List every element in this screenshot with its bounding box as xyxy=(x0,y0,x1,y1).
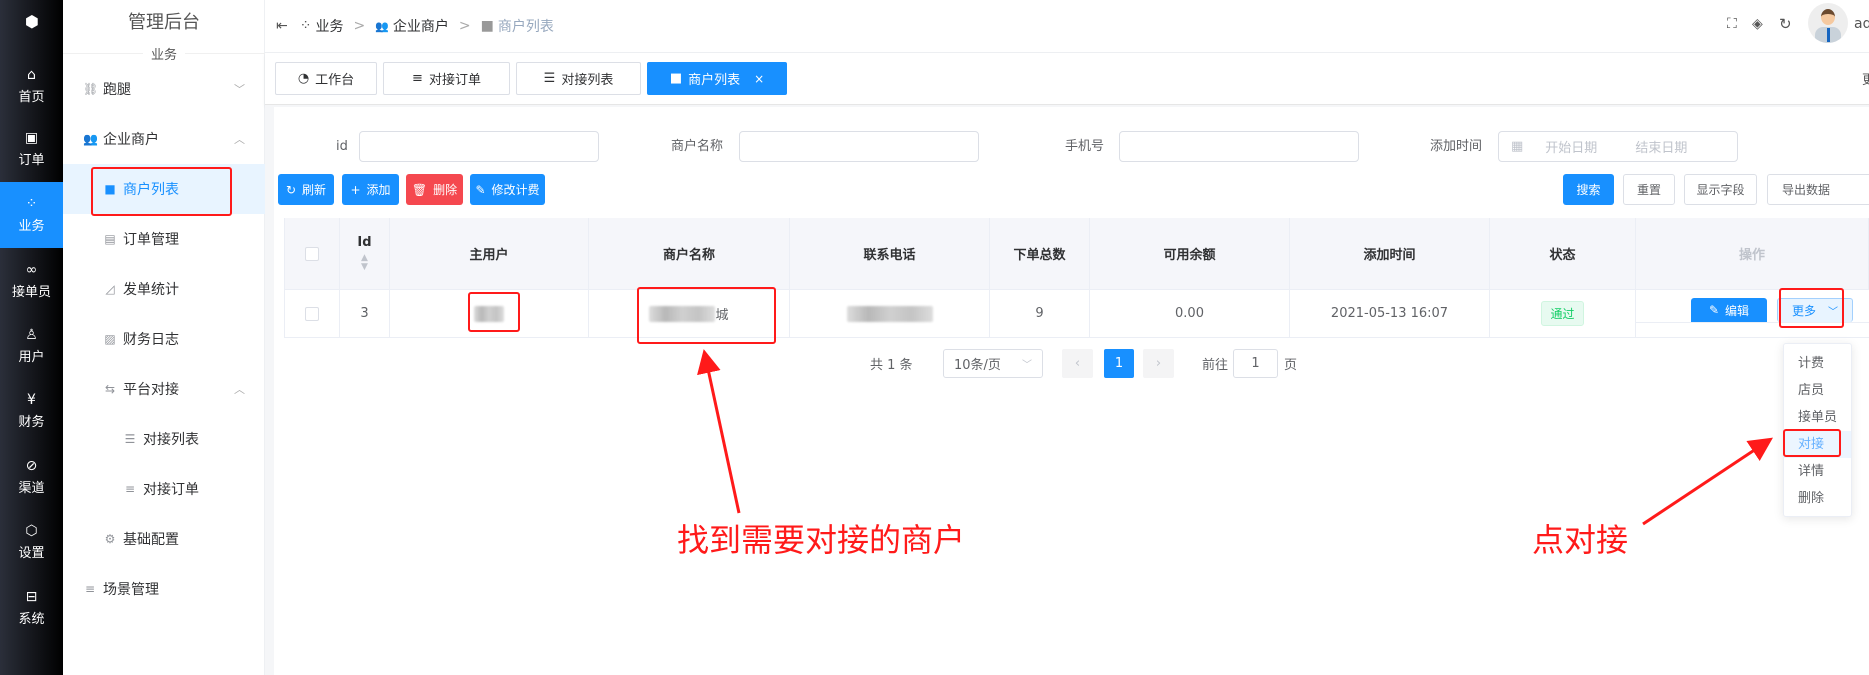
arrow-to-dock xyxy=(1642,437,1773,526)
annotation-find-merchant: 找到需要对接的商户 xyxy=(677,521,966,559)
annotation-arrows xyxy=(697,349,1773,526)
arrow-to-merchant xyxy=(697,349,741,514)
annotation-click-dock: 点对接 xyxy=(1532,521,1629,559)
